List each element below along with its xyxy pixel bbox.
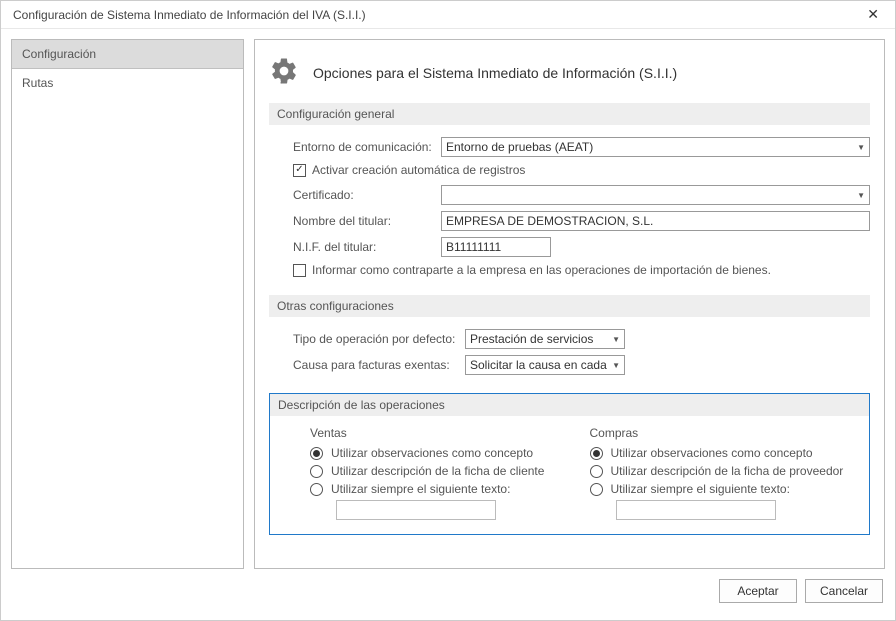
activar-auto-label: Activar creación automática de registros [312, 163, 525, 177]
gear-icon [269, 56, 299, 89]
sidebar: Configuración Rutas [11, 39, 244, 569]
entorno-select[interactable]: Entorno de pruebas (AEAT) ▼ [441, 137, 870, 157]
nombre-label: Nombre del titular: [293, 214, 441, 228]
entorno-value: Entorno de pruebas (AEAT) [446, 140, 593, 154]
checkbox-icon [293, 264, 306, 277]
checkbox-icon [293, 164, 306, 177]
section-otras: Otras configuraciones Tipo de operación … [269, 295, 870, 375]
ventas-opt3-label: Utilizar siempre el siguiente texto: [331, 482, 510, 496]
main-header: Opciones para el Sistema Inmediato de In… [269, 56, 870, 89]
tipo-value: Prestación de servicios [470, 332, 593, 346]
ventas-custom-text-input[interactable] [336, 500, 496, 520]
section-general-title: Configuración general [269, 103, 870, 125]
entorno-label: Entorno de comunicación: [293, 140, 441, 154]
causa-label: Causa para facturas exentas: [293, 358, 465, 372]
causa-value: Solicitar la causa en cada [470, 358, 607, 372]
activar-auto-checkbox[interactable]: Activar creación automática de registros [269, 163, 870, 177]
chevron-down-icon: ▼ [857, 143, 865, 152]
radio-icon [310, 465, 323, 478]
causa-select[interactable]: Solicitar la causa en cada ▼ [465, 355, 625, 375]
chevron-down-icon: ▼ [612, 361, 620, 370]
certificado-select[interactable]: ▼ [441, 185, 870, 205]
ventas-title: Ventas [310, 426, 570, 440]
section-general: Configuración general Entorno de comunic… [269, 103, 870, 277]
close-icon[interactable]: ✕ [859, 2, 887, 27]
ventas-opt1-label: Utilizar observaciones como concepto [331, 446, 533, 460]
certificado-label: Certificado: [293, 188, 441, 202]
section-desc-title: Descripción de las operaciones [270, 394, 869, 416]
compras-opt1-label: Utilizar observaciones como concepto [611, 446, 813, 460]
informar-checkbox[interactable]: Informar como contraparte a la empresa e… [269, 263, 870, 277]
sidebar-item-configuracion[interactable]: Configuración [12, 40, 243, 69]
nif-label: N.I.F. del titular: [293, 240, 441, 254]
compras-opt3[interactable]: Utilizar siempre el siguiente texto: [590, 482, 850, 496]
radio-icon [590, 483, 603, 496]
radio-icon [310, 483, 323, 496]
tipo-label: Tipo de operación por defecto: [293, 332, 465, 346]
main-header-title: Opciones para el Sistema Inmediato de In… [313, 65, 677, 81]
footer: Aceptar Cancelar [1, 569, 895, 613]
chevron-down-icon: ▼ [612, 335, 620, 344]
compras-opt2[interactable]: Utilizar descripción de la ficha de prov… [590, 464, 850, 478]
compras-column: Compras Utilizar observaciones como conc… [590, 426, 850, 520]
accept-button[interactable]: Aceptar [719, 579, 797, 603]
nombre-input[interactable] [441, 211, 870, 231]
informar-label: Informar como contraparte a la empresa e… [312, 263, 771, 277]
section-otras-title: Otras configuraciones [269, 295, 870, 317]
tipo-select[interactable]: Prestación de servicios ▼ [465, 329, 625, 349]
compras-title: Compras [590, 426, 850, 440]
ventas-opt2[interactable]: Utilizar descripción de la ficha de clie… [310, 464, 570, 478]
radio-icon [310, 447, 323, 460]
ventas-column: Ventas Utilizar observaciones como conce… [310, 426, 570, 520]
radio-icon [590, 447, 603, 460]
sidebar-item-rutas[interactable]: Rutas [12, 69, 243, 98]
ventas-opt1[interactable]: Utilizar observaciones como concepto [310, 446, 570, 460]
nif-input[interactable] [441, 237, 551, 257]
radio-icon [590, 465, 603, 478]
chevron-down-icon: ▼ [857, 191, 865, 200]
nombre-input-field[interactable] [446, 214, 865, 228]
nif-input-field[interactable] [446, 240, 546, 254]
main-panel: Opciones para el Sistema Inmediato de In… [254, 39, 885, 569]
compras-opt2-label: Utilizar descripción de la ficha de prov… [611, 464, 844, 478]
section-descripcion: Descripción de las operaciones Ventas Ut… [269, 393, 870, 535]
compras-opt3-label: Utilizar siempre el siguiente texto: [611, 482, 790, 496]
compras-opt1[interactable]: Utilizar observaciones como concepto [590, 446, 850, 460]
titlebar: Configuración de Sistema Inmediato de In… [1, 1, 895, 29]
compras-custom-text-input[interactable] [616, 500, 776, 520]
cancel-button[interactable]: Cancelar [805, 579, 883, 603]
window-title: Configuración de Sistema Inmediato de In… [13, 8, 366, 22]
ventas-opt3[interactable]: Utilizar siempre el siguiente texto: [310, 482, 570, 496]
ventas-opt2-label: Utilizar descripción de la ficha de clie… [331, 464, 544, 478]
